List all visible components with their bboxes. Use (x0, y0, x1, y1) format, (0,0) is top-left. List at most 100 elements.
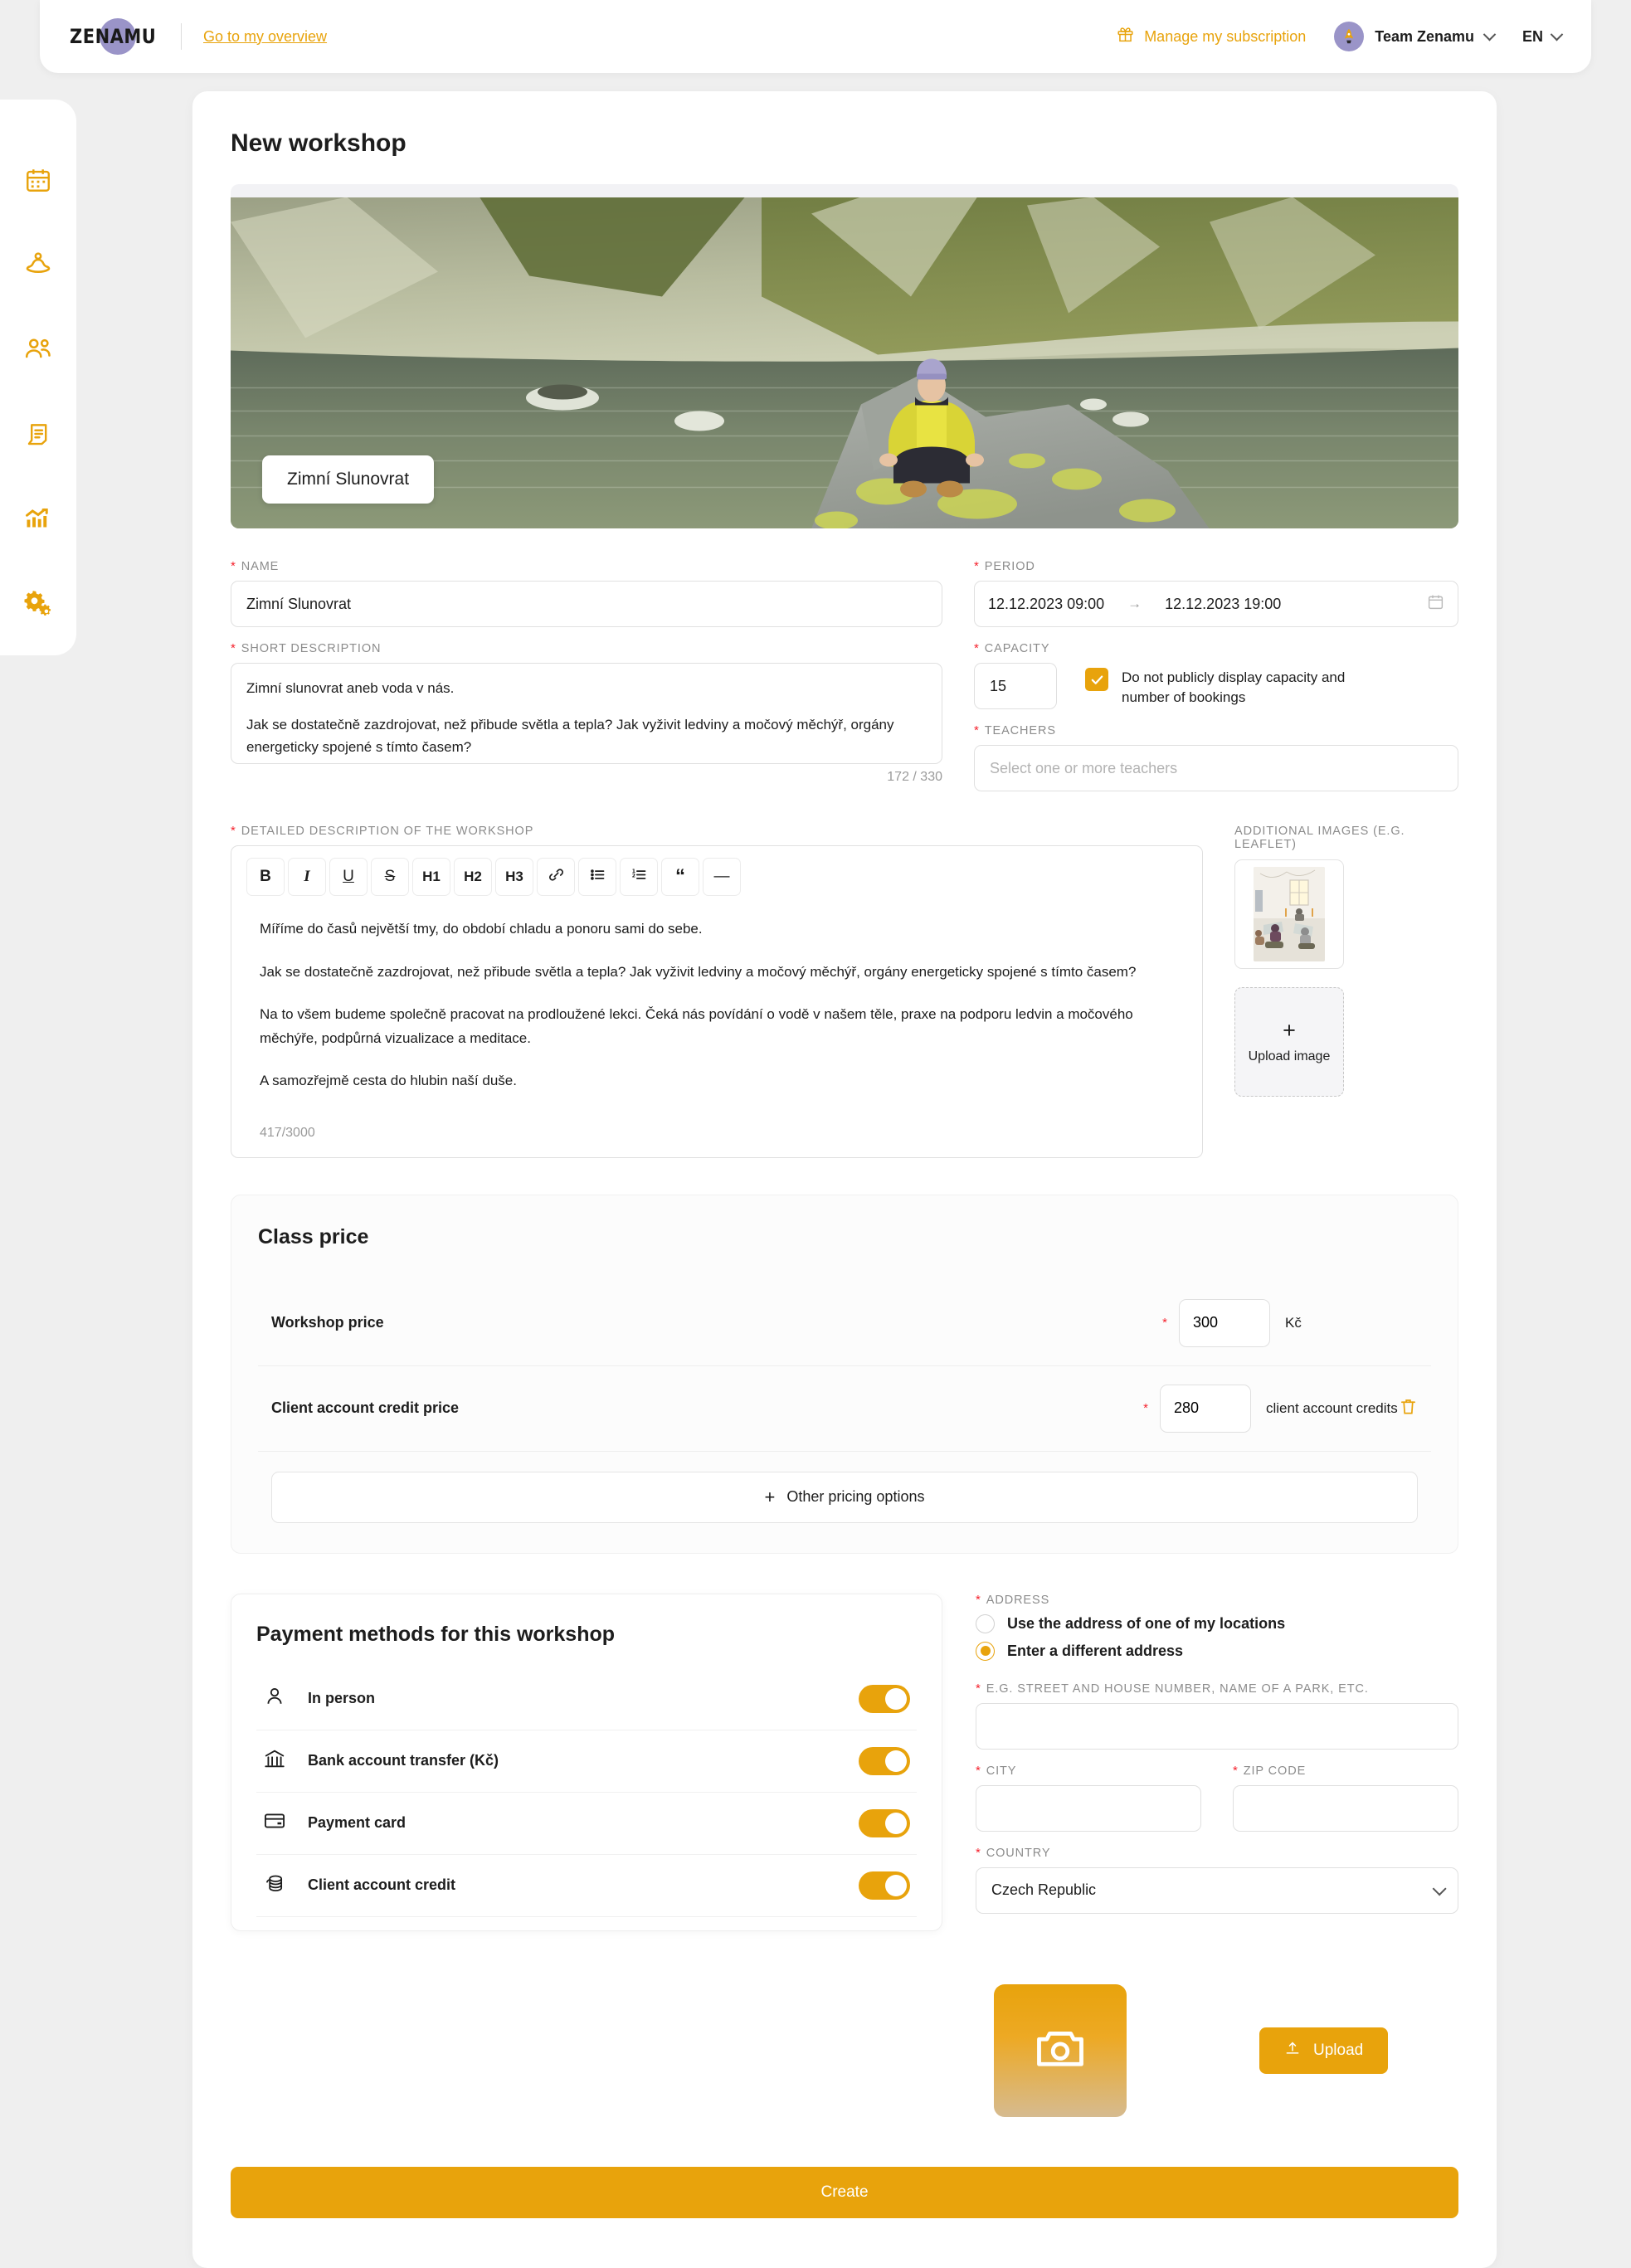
manage-subscription-link[interactable]: Manage my subscription (1117, 26, 1306, 47)
bullet-list-button[interactable] (578, 858, 616, 896)
zip-input[interactable] (1233, 1784, 1458, 1832)
sidebar-item-clients[interactable] (22, 333, 54, 365)
radio-button-on[interactable] (976, 1641, 995, 1661)
camera-capture-button[interactable] (994, 1983, 1127, 2117)
city-label: * CITY (976, 1764, 1201, 1778)
period-start-value[interactable]: 12.12.2023 09:00 (988, 596, 1104, 613)
client-credit-price-input[interactable] (1160, 1384, 1251, 1433)
street-input[interactable] (976, 1702, 1458, 1750)
radio-label: Use the address of one of my locations (1007, 1614, 1286, 1632)
detailed-description-label-text: DETAILED DESCRIPTION OF THE WORKSHOP (241, 825, 534, 838)
bold-icon: B (260, 868, 271, 885)
chevron-down-icon (1483, 27, 1497, 41)
rich-text-content[interactable]: Míříme do časů největší tmy, do období c… (231, 904, 1202, 1119)
period-range-picker[interactable]: 12.12.2023 09:00 → 12.12.2023 19:00 (974, 581, 1458, 627)
language-label: EN (1521, 27, 1543, 45)
link-button[interactable] (537, 858, 575, 896)
city-field-group: * CITY (976, 1764, 1201, 1832)
required-asterisk: * (231, 559, 236, 573)
bank-icon (263, 1747, 286, 1774)
hero-title-chip: Zimní Slunovrat (262, 455, 435, 504)
sidebar-navigation (0, 100, 76, 655)
form-right-column: * PERIOD 12.12.2023 09:00 → 12.12.2023 1… (974, 560, 1458, 806)
required-asterisk: * (974, 641, 980, 655)
city-input[interactable] (976, 1784, 1201, 1832)
zenamu-logo[interactable]: ZENAMU (70, 18, 163, 55)
team-switcher[interactable]: Team Zenamu (1334, 22, 1497, 51)
top-navigation-bar: ZENAMU Go to my overview Manage my subsc… (40, 0, 1591, 73)
trash-icon[interactable] (1399, 1397, 1418, 1420)
sidebar-item-settings[interactable] (22, 587, 54, 619)
chevron-down-icon (1550, 27, 1564, 41)
coins-icon (263, 1871, 286, 1899)
price-row-workshop: Workshop price * Kč (258, 1281, 1431, 1366)
payment-toggle-card[interactable] (859, 1808, 910, 1837)
italic-button[interactable]: I (288, 858, 326, 896)
required-asterisk: * (1162, 1316, 1167, 1331)
short-description-line-1: Zimní slunovrat aneb voda v nás. (246, 680, 455, 696)
horizontal-rule-button[interactable]: — (703, 858, 741, 896)
sidebar-item-calendar[interactable] (22, 164, 54, 196)
short-description-counter: 172 / 330 (887, 770, 942, 784)
heading-2-button[interactable]: H2 (454, 858, 492, 896)
checkbox-checked-icon[interactable] (1085, 668, 1108, 691)
language-switcher[interactable]: EN (1521, 27, 1564, 46)
blockquote-button[interactable]: “ (661, 858, 699, 896)
other-pricing-options-label: Other pricing options (786, 1488, 925, 1506)
go-to-overview-link[interactable]: Go to my overview (203, 28, 327, 46)
other-pricing-options-button[interactable]: + Other pricing options (271, 1471, 1418, 1523)
payment-toggle-bank-transfer[interactable] (859, 1746, 910, 1775)
heading-3-button[interactable]: H3 (495, 858, 533, 896)
manage-subscription-label: Manage my subscription (1144, 27, 1307, 45)
sidebar-item-invoices[interactable] (22, 418, 54, 450)
radio-label: Enter a different address (1007, 1642, 1184, 1659)
sidebar-item-classes[interactable] (22, 249, 54, 280)
upload-icon (1284, 2040, 1301, 2061)
payment-row-card: Payment card (256, 1793, 917, 1855)
create-workshop-button[interactable]: Create (231, 2166, 1458, 2218)
upload-image-label: Upload image (1248, 1049, 1331, 1063)
radio-enter-different-address[interactable]: Enter a different address (976, 1641, 1458, 1661)
payment-toggle-client-credit[interactable] (859, 1871, 910, 1900)
capacity-field-group: * CAPACITY Do not publicly display capac… (974, 642, 1458, 709)
studio-photo (1254, 867, 1325, 961)
underline-button[interactable]: U (329, 858, 368, 896)
additional-images-section: ADDITIONAL IMAGES (E.G. LEAFLET) + Uploa… (1234, 825, 1458, 1158)
name-input[interactable] (231, 581, 942, 627)
sidebar-item-statistics[interactable] (22, 503, 54, 534)
required-asterisk: * (974, 723, 980, 737)
radio-use-existing-location[interactable]: Use the address of one of my locations (976, 1613, 1458, 1633)
capacity-label-text: CAPACITY (984, 642, 1050, 655)
heading-1-button[interactable]: H1 (412, 858, 450, 896)
short-description-textarea[interactable]: Zimní slunovrat aneb voda v nás. Jak se … (231, 663, 942, 764)
radio-button-off[interactable] (976, 1613, 995, 1633)
required-asterisk: * (976, 1763, 981, 1778)
upload-button[interactable]: Upload (1259, 2027, 1389, 2074)
upload-image-button[interactable]: + Upload image (1234, 987, 1344, 1097)
workshop-price-input[interactable] (1179, 1298, 1270, 1347)
short-description-line-2: Jak se dostatečně zazdrojovat, než přibu… (246, 716, 894, 756)
hero-image-banner[interactable]: Zimní Slunovrat (231, 184, 1458, 528)
app-root: ZENAMU Go to my overview Manage my subsc… (0, 0, 1631, 2268)
price-row-client-credit: Client account credit price * client acc… (258, 1366, 1431, 1452)
teachers-select-input[interactable] (974, 745, 1458, 791)
payment-toggle-in-person[interactable] (859, 1684, 910, 1713)
strikethrough-button[interactable]: S (371, 858, 409, 896)
capacity-label: * CAPACITY (974, 642, 1458, 655)
horizontal-rule-icon: — (713, 868, 730, 885)
price-row-label: Client account credit price (271, 1399, 460, 1417)
capacity-input[interactable] (974, 663, 1057, 709)
strikethrough-icon: S (384, 868, 396, 885)
short-description-label: * SHORT DESCRIPTION (231, 642, 942, 655)
numbered-list-button[interactable]: 1 2 (620, 858, 658, 896)
country-select[interactable]: Czech Republic (976, 1866, 1458, 1914)
svg-text:2: 2 (631, 873, 635, 878)
bold-button[interactable]: B (246, 858, 285, 896)
period-end-value[interactable]: 12.12.2023 19:00 (1165, 596, 1281, 613)
additional-image-thumbnail[interactable] (1234, 859, 1344, 969)
hide-capacity-checkbox-row[interactable]: Do not publicly display capacity and num… (1085, 663, 1362, 708)
city-zip-row: * CITY * ZIP CODE (976, 1764, 1458, 1847)
required-asterisk: * (976, 1681, 981, 1696)
numbered-list-icon: 1 2 (630, 866, 648, 888)
name-label-text: NAME (241, 560, 280, 573)
